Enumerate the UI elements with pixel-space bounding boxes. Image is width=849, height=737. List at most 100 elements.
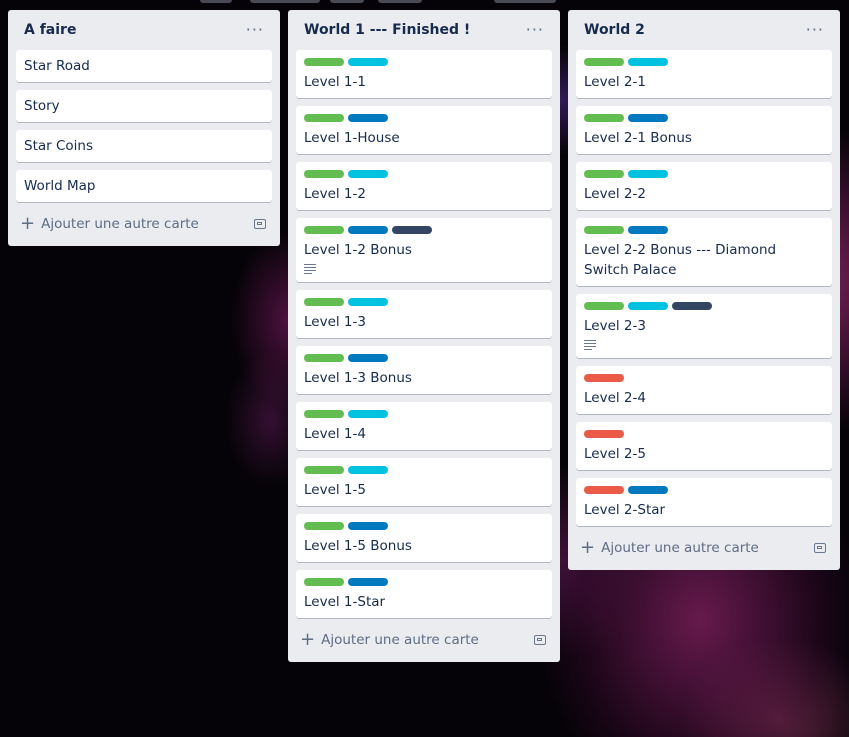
card-labels — [304, 354, 544, 362]
label-green[interactable] — [584, 170, 624, 178]
card[interactable]: Level 2-Star — [576, 478, 832, 526]
top-toolbar-fragments — [0, 0, 849, 4]
label-blue[interactable] — [348, 226, 388, 234]
label-blue[interactable] — [348, 354, 388, 362]
card[interactable]: Level 1-Star — [296, 570, 552, 618]
card[interactable]: Star Coins — [16, 130, 272, 162]
card[interactable]: Level 1-3 — [296, 290, 552, 338]
label-green[interactable] — [304, 298, 344, 306]
label-blue[interactable] — [628, 226, 668, 234]
add-card-button[interactable]: + Ajouter une autre carte — [296, 626, 552, 654]
description-icon — [584, 340, 596, 350]
label-blue[interactable] — [348, 578, 388, 586]
label-navy[interactable] — [392, 226, 432, 234]
card-title: Level 2-5 — [584, 446, 646, 462]
card-labels — [304, 466, 544, 474]
label-red[interactable] — [584, 486, 624, 494]
label-green[interactable] — [584, 226, 624, 234]
card-labels — [584, 430, 824, 438]
label-sky[interactable] — [348, 170, 388, 178]
label-sky[interactable] — [348, 410, 388, 418]
card[interactable]: Level 2-4 — [576, 366, 832, 414]
card[interactable]: Story — [16, 90, 272, 122]
label-red[interactable] — [584, 374, 624, 382]
card[interactable]: Level 1-5 — [296, 458, 552, 506]
card-title: Level 2-1 — [584, 74, 646, 90]
card[interactable]: Level 1-2 — [296, 162, 552, 210]
add-card-label: Ajouter une autre carte — [321, 632, 479, 648]
label-green[interactable] — [304, 578, 344, 586]
list-menu-icon[interactable]: ··· — [246, 22, 264, 38]
plus-icon: + — [300, 629, 316, 650]
card[interactable]: World Map — [16, 170, 272, 202]
label-green[interactable] — [584, 302, 624, 310]
plus-icon: + — [20, 213, 36, 234]
card[interactable]: Level 2-1 — [576, 50, 832, 98]
label-green[interactable] — [304, 466, 344, 474]
label-sky[interactable] — [628, 58, 668, 66]
card-title: Level 2-Star — [584, 502, 666, 518]
list-title[interactable]: A faire — [24, 22, 76, 38]
list-title[interactable]: World 1 --- Finished ! — [304, 22, 470, 38]
description-icon — [304, 264, 316, 274]
label-green[interactable] — [304, 170, 344, 178]
card[interactable]: Level 2-3 — [576, 294, 832, 358]
label-green[interactable] — [304, 58, 344, 66]
label-green[interactable] — [584, 58, 624, 66]
card-labels — [584, 302, 824, 310]
card-title: Level 2-2 — [584, 186, 646, 202]
card[interactable]: Level 1-3 Bonus — [296, 346, 552, 394]
card[interactable]: Level 1-5 Bonus — [296, 514, 552, 562]
card[interactable]: Level 2-2 Bonus --- Diamond Switch Palac… — [576, 218, 832, 286]
label-sky[interactable] — [628, 170, 668, 178]
card-title: Level 1-4 — [304, 426, 366, 442]
card-title: Level 2-2 Bonus --- Diamond Switch Palac… — [584, 242, 777, 278]
label-navy[interactable] — [672, 302, 712, 310]
card-labels — [584, 374, 824, 382]
list-menu-icon[interactable]: ··· — [526, 22, 544, 38]
label-sky[interactable] — [348, 298, 388, 306]
card[interactable]: Level 2-5 — [576, 422, 832, 470]
label-green[interactable] — [304, 114, 344, 122]
card-labels — [304, 410, 544, 418]
label-blue[interactable] — [348, 114, 388, 122]
label-sky[interactable] — [628, 302, 668, 310]
card-labels — [304, 522, 544, 530]
label-green[interactable] — [304, 354, 344, 362]
label-green[interactable] — [304, 522, 344, 530]
card[interactable]: Level 1-4 — [296, 402, 552, 450]
plus-icon: + — [580, 537, 596, 558]
card[interactable]: Level 1-2 Bonus — [296, 218, 552, 282]
card[interactable]: Level 1-House — [296, 106, 552, 154]
card-title: Level 2-3 — [584, 318, 646, 334]
list-menu-icon[interactable]: ··· — [806, 22, 824, 38]
label-green[interactable] — [304, 410, 344, 418]
label-sky[interactable] — [348, 58, 388, 66]
list-header: World 1 --- Finished ! ··· — [296, 10, 552, 50]
card-title: Level 1-Star — [304, 594, 386, 610]
add-card-button[interactable]: + Ajouter une autre carte — [576, 534, 832, 562]
create-from-template-icon[interactable] — [814, 543, 826, 553]
label-green[interactable] — [304, 226, 344, 234]
list-header: World 2 ··· — [576, 10, 832, 50]
card-list: Level 2-1 Level 2-1 Bonus Level 2-2 Level 2… — [576, 50, 832, 526]
label-red[interactable] — [584, 430, 624, 438]
create-from-template-icon[interactable] — [254, 219, 266, 229]
add-card-label: Ajouter une autre carte — [601, 540, 759, 556]
create-from-template-icon[interactable] — [534, 635, 546, 645]
card[interactable]: Level 1-1 — [296, 50, 552, 98]
card[interactable]: Star Road — [16, 50, 272, 82]
card[interactable]: Level 2-1 Bonus — [576, 106, 832, 154]
card-title: Level 1-1 — [304, 74, 366, 90]
card-title: Level 1-3 Bonus — [304, 370, 412, 386]
label-blue[interactable] — [628, 486, 668, 494]
card-title: Level 1-2 Bonus — [304, 242, 412, 258]
label-blue[interactable] — [348, 522, 388, 530]
add-card-button[interactable]: + Ajouter une autre carte — [16, 210, 272, 238]
label-sky[interactable] — [348, 466, 388, 474]
card-title: Level 1-5 Bonus — [304, 538, 412, 554]
card[interactable]: Level 2-2 — [576, 162, 832, 210]
list-title[interactable]: World 2 — [584, 22, 645, 38]
label-green[interactable] — [584, 114, 624, 122]
label-blue[interactable] — [628, 114, 668, 122]
